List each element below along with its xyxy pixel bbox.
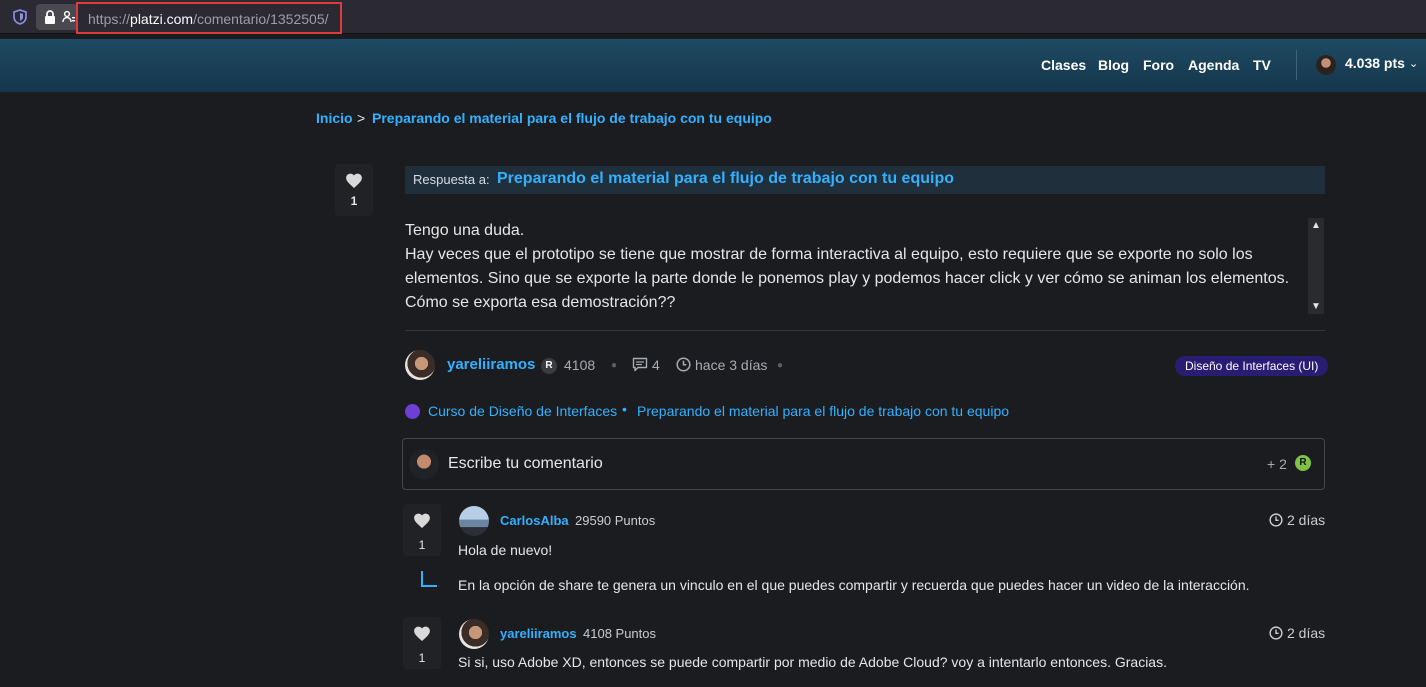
nav-foro[interactable]: Foro	[1143, 57, 1174, 73]
like-count: 1	[418, 651, 426, 665]
reply-like[interactable]: 1	[403, 504, 441, 556]
author-avatar[interactable]	[405, 350, 435, 380]
site-info-button[interactable]	[36, 4, 78, 30]
author-points: 4108	[564, 357, 596, 373]
thread-connector	[421, 571, 437, 587]
reply-avatar[interactable]	[459, 506, 489, 536]
meta-dot: ●	[611, 360, 618, 371]
current-user-avatar	[409, 449, 439, 479]
nav-agenda[interactable]: Agenda	[1188, 57, 1239, 73]
heart-icon	[346, 173, 362, 188]
nav-divider	[1296, 50, 1297, 80]
nav-blog[interactable]: Blog	[1098, 57, 1129, 73]
comment-placeholder: Escribe tu comentario	[448, 455, 603, 472]
course-separator: •	[622, 401, 627, 417]
user-avatar[interactable]	[1316, 55, 1336, 75]
browser-toolbar: https://platzi.com/comentario/1352505/	[0, 0, 1426, 34]
reply-text: Si si, uso Adobe XD, entonces se puede c…	[458, 654, 1167, 670]
class-link[interactable]: Preparando el material para el flujo de …	[637, 403, 1009, 419]
course-icon	[405, 404, 420, 419]
question-like[interactable]: 1	[335, 164, 373, 216]
clock-icon	[1269, 626, 1283, 640]
url-bar[interactable]: https://platzi.com/comentario/1352505/	[76, 2, 342, 34]
reply-to-link[interactable]: Preparando el material para el flujo de …	[497, 170, 954, 188]
comments-icon	[632, 357, 648, 372]
like-count: 1	[418, 538, 426, 552]
clock-icon	[1269, 513, 1283, 527]
question-line: Cómo se exporta esa demostración??	[405, 294, 676, 311]
meta-dot: ●	[777, 360, 784, 371]
chevron-down-icon[interactable]: ⌄	[1409, 57, 1418, 70]
question-line: Tengo una duda.	[405, 222, 525, 239]
author-name[interactable]: yareliiramos	[447, 356, 535, 373]
question-body: Tengo una duda. Hay veces que el prototi…	[405, 219, 1300, 315]
heart-icon	[414, 513, 430, 528]
url-text: https://platzi.com/comentario/1352505/	[88, 11, 329, 27]
reply-avatar[interactable]	[459, 619, 489, 649]
scroll-up-icon[interactable]: ▲	[1308, 220, 1324, 231]
question-time: hace 3 días	[695, 357, 768, 373]
breadcrumb-separator: >	[357, 110, 366, 126]
reply-author[interactable]: CarlosAlba	[500, 513, 569, 528]
rank-badge: R	[541, 358, 557, 374]
reply-author[interactable]: yareliiramos	[500, 626, 577, 641]
category-tag[interactable]: Diseño de Interfaces (UI)	[1175, 356, 1329, 376]
scroll-down-icon[interactable]: ▼	[1308, 301, 1324, 312]
heart-icon	[414, 626, 430, 641]
reply-points: 4108 Puntos	[583, 626, 657, 641]
reward-badge: R	[1295, 455, 1311, 471]
lock-icon	[45, 10, 55, 24]
nav-clases[interactable]: Clases	[1041, 57, 1086, 73]
nav-tv[interactable]: TV	[1253, 57, 1271, 73]
reply-to-label: Respuesta a:	[413, 172, 490, 187]
question-line: Hay veces que el prototipo se tiene que …	[405, 246, 1290, 287]
reply-like[interactable]: 1	[403, 617, 441, 669]
permissions-icon	[62, 10, 75, 23]
user-points[interactable]: 4.038 pts	[1345, 55, 1405, 71]
clock-icon	[676, 357, 691, 372]
comments-count: 4	[652, 357, 660, 373]
comment-input[interactable]: Escribe tu comentario + 2 R	[402, 438, 1325, 490]
question-scrollbar[interactable]: ▲ ▼	[1308, 218, 1324, 314]
divider	[405, 330, 1325, 331]
reply-points: 29590 Puntos	[575, 513, 656, 528]
reply-text: Hola de nuevo!	[458, 542, 553, 558]
reply-time: 2 días	[1287, 625, 1326, 641]
breadcrumb-current[interactable]: Preparando el material para el flujo de …	[372, 110, 772, 126]
comment-reward: + 2	[1267, 456, 1287, 472]
like-count: 1	[350, 194, 358, 208]
reply-to-bar: Respuesta a: Preparando el material para…	[405, 166, 1325, 194]
breadcrumb-home[interactable]: Inicio	[316, 110, 353, 126]
tracking-shield-icon[interactable]	[13, 9, 27, 25]
course-link[interactable]: Curso de Diseño de Interfaces	[428, 403, 617, 419]
reply-time: 2 días	[1287, 512, 1326, 528]
reply-text: En la opción de share te genera un vincu…	[458, 577, 1250, 593]
